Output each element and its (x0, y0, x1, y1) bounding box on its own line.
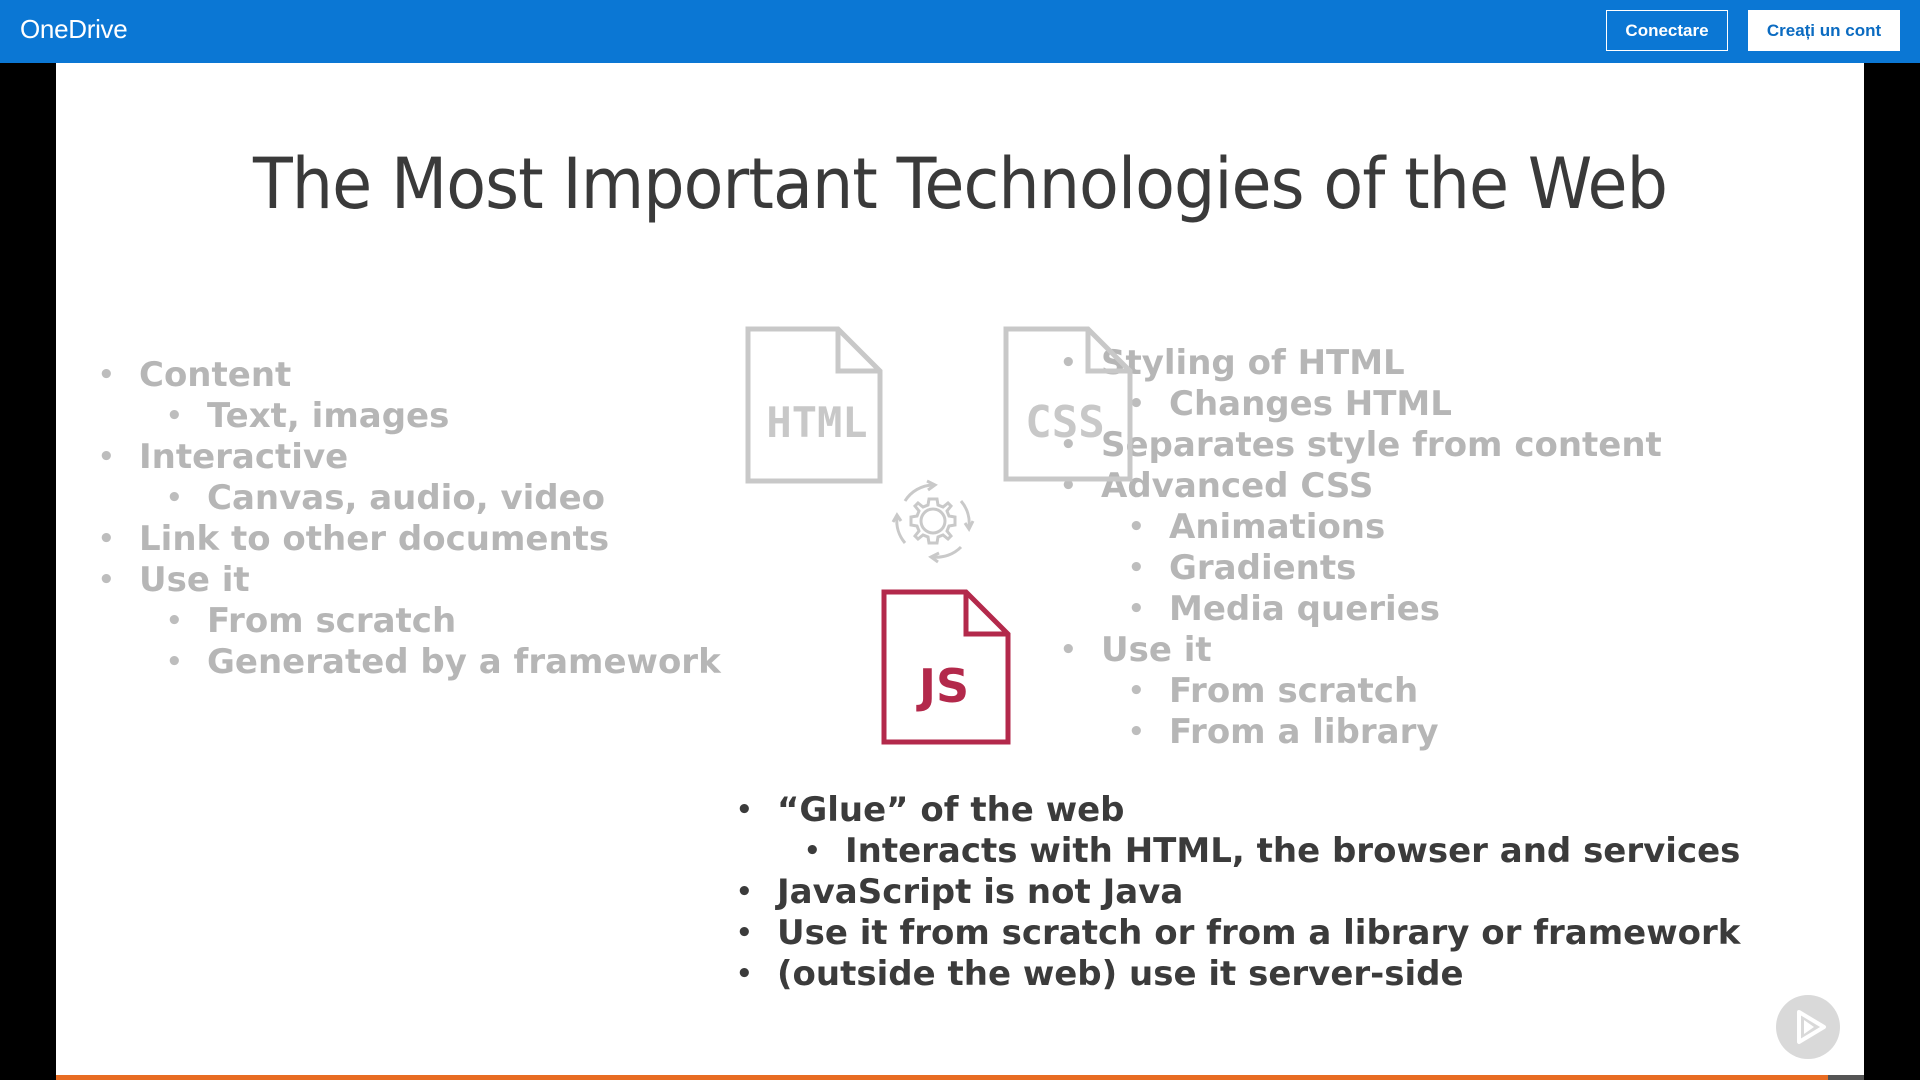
gear-cycle-icon (891, 479, 975, 564)
bullet-item: (outside the web) use it server-side (736, 954, 1740, 995)
sign-in-button[interactable]: Conectare (1606, 10, 1728, 51)
html-file-icon: HTML (745, 326, 883, 484)
presentation-slide: The Most Important Technologies of the W… (56, 63, 1864, 1080)
js-icon-label: JS (916, 659, 969, 713)
bullet-item: From scratch (1101, 671, 1662, 712)
bullet-item: Gradients (1101, 548, 1662, 589)
top-bar: OneDrive Conectare Creați un cont (0, 0, 1920, 63)
bullet-item: From a library (1101, 712, 1662, 753)
bullet-item: JavaScript is not Java (736, 872, 1740, 913)
video-progress-fill (56, 1075, 1828, 1080)
play-button[interactable] (1776, 995, 1840, 1059)
bullet-item: Advanced CSS (1060, 466, 1662, 507)
js-file-icon: JS (881, 589, 1011, 745)
slide-title: The Most Important Technologies of the W… (252, 143, 1668, 225)
bullet-item: Content (98, 355, 721, 396)
bullet-item: Generated by a framework (139, 642, 721, 683)
bullet-item: Separates style from content (1060, 425, 1662, 466)
bullet-item: “Glue” of the web (736, 790, 1740, 831)
bullet-item: Link to other documents (98, 519, 721, 560)
bullet-item: Use it (98, 560, 721, 601)
bullet-item: Styling of HTML (1060, 343, 1662, 384)
bullet-item: Media queries (1101, 589, 1662, 630)
bullet-item: Use it from scratch or from a library or… (736, 913, 1740, 954)
css-icon-label: CSS (1025, 397, 1104, 448)
bullet-item: Text, images (139, 396, 721, 437)
play-icon (1797, 1010, 1826, 1044)
bullet-item: Interactive (98, 437, 721, 478)
bullet-item: From scratch (139, 601, 721, 642)
css-file-icon: CSS (1003, 326, 1133, 482)
bullet-item: Animations (1101, 507, 1662, 548)
html-icon-label: HTML (766, 398, 867, 447)
css-bullet-list: Styling of HTMLChanges HTMLSeparates sty… (1060, 343, 1662, 753)
js-bullet-list: “Glue” of the webInteracts with HTML, th… (736, 790, 1740, 995)
onedrive-logo[interactable]: OneDrive (20, 14, 128, 45)
bullet-item: Interacts with HTML, the browser and ser… (777, 831, 1740, 872)
bullet-item: Canvas, audio, video (139, 478, 721, 519)
bullet-item: Changes HTML (1101, 384, 1662, 425)
html-bullet-list: ContentText, imagesInteractiveCanvas, au… (98, 355, 721, 683)
video-progress-bar[interactable] (56, 1075, 1864, 1080)
create-account-button[interactable]: Creați un cont (1748, 10, 1900, 51)
bullet-item: Use it (1060, 630, 1662, 671)
